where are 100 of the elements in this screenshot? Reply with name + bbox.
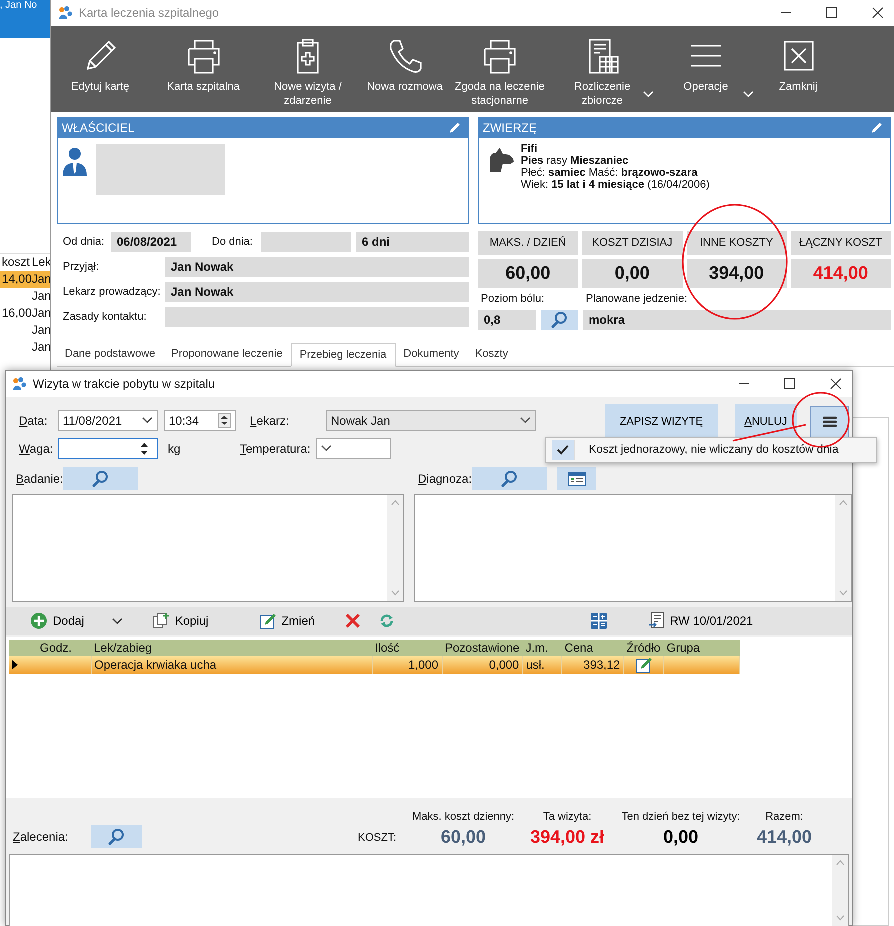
menu-icon[interactable] <box>822 416 836 428</box>
unit-label: kg <box>168 442 182 456</box>
column-header: Źródło <box>624 640 664 656</box>
toolbar-button[interactable]: Nowe wizyta / zdarzenie <box>260 80 356 108</box>
tab[interactable]: Proponowane leczenie <box>164 343 291 366</box>
toolbar-button[interactable]: Zmień <box>258 612 316 630</box>
panel-title: ZWIERZĘ <box>483 121 537 135</box>
text-field[interactable]: 0,8 <box>478 310 536 330</box>
close-icon[interactable] <box>872 7 884 19</box>
field-label: Planowane jedzenie: <box>586 292 688 307</box>
grid-icon[interactable] <box>591 613 608 629</box>
spinner-icon[interactable] <box>140 442 149 456</box>
edit-icon[interactable] <box>634 656 653 674</box>
summary-label: Maks. koszt dzienny: <box>412 811 515 823</box>
field-label: Waga: <box>19 442 54 456</box>
column-header: koszt <box>1 254 30 271</box>
column-header: Lek/zabieg <box>91 640 372 656</box>
maximize-icon[interactable] <box>784 378 796 390</box>
table-row[interactable]: Operacja krwiaka ucha 1,000 0,000 usł. 393,12 <box>9 656 740 674</box>
edit-icon[interactable] <box>448 121 462 135</box>
summary-label: Ten dzień bez tej wizyty: <box>622 811 740 823</box>
toolbar-button[interactable]: Zamknij <box>779 80 818 94</box>
add-icon <box>30 612 48 630</box>
field-label: Temperatura: <box>240 442 312 456</box>
dropdown[interactable]: Nowak Jan <box>326 410 536 431</box>
cost-header: ŁĄCZNY KOSZT <box>790 231 891 255</box>
window-icon[interactable] <box>568 472 586 486</box>
date-field[interactable] <box>261 232 351 252</box>
summary-value: 394,00 zł <box>530 827 605 848</box>
toolbar-button[interactable]: Edytuj kartę <box>71 80 130 94</box>
summary-value: 0,00 <box>663 827 699 848</box>
toolbar-button[interactable]: Kopiuj <box>152 612 209 630</box>
search-button[interactable] <box>91 825 142 848</box>
text-area[interactable] <box>12 494 404 602</box>
text-field[interactable]: Jan Nowak <box>165 282 469 302</box>
chevron-down-icon[interactable] <box>142 417 153 424</box>
text-area[interactable] <box>414 494 852 602</box>
dialog-button[interactable]: ZAPISZ WIZYTĘ <box>605 404 718 439</box>
search-button[interactable] <box>63 467 138 490</box>
table-cell-text: 16,00 <box>1 305 30 322</box>
field-label: Zalecenia: <box>12 830 70 846</box>
table-cell: 393,12 <box>562 656 624 674</box>
toolbar-button[interactable]: RW 10/01/2021 <box>649 612 754 630</box>
table-cell: Operacja krwiaka ucha <box>91 656 372 674</box>
toolbar-button[interactable]: Nowa rozmowa <box>367 80 443 94</box>
column-header: Grupa <box>664 640 740 656</box>
search-icon[interactable] <box>92 470 110 488</box>
tab[interactable]: Dokumenty <box>396 343 468 366</box>
app-logo-icon <box>11 377 27 391</box>
spinner-icon[interactable] <box>218 413 231 428</box>
edit-icon[interactable] <box>870 121 884 135</box>
calendar-button[interactable] <box>557 467 596 490</box>
maximize-icon[interactable] <box>826 7 838 19</box>
summary-value: 414,00 <box>756 827 812 848</box>
chevron-down-icon[interactable] <box>520 417 531 424</box>
tab[interactable]: Koszty <box>467 343 516 366</box>
checkbox[interactable] <box>552 440 575 460</box>
dog-icon <box>487 147 515 173</box>
toolbar-button[interactable]: Zgoda na leczenie stacjonarne <box>452 80 548 108</box>
delete-icon[interactable] <box>345 613 362 629</box>
close-icon[interactable] <box>830 378 842 390</box>
date-picker[interactable]: 11/08/2021 <box>58 410 158 431</box>
printer-icon[interactable] <box>481 37 519 75</box>
column-header: Cena <box>562 640 624 656</box>
toolbar-button[interactable]: Operacje <box>684 80 728 94</box>
cost-value: 394,00 <box>686 259 787 288</box>
text-field[interactable] <box>165 307 469 327</box>
number-field[interactable] <box>58 438 158 459</box>
search-icon[interactable] <box>500 470 519 488</box>
tab[interactable]: Dane podstawowe <box>57 343 164 366</box>
date-field[interactable]: 06/08/2021 <box>111 232 191 252</box>
animal-detail: Płeć: samiec Maść: brązowo-szara <box>521 167 699 179</box>
tab[interactable]: Przebieg leczenia <box>290 343 396 367</box>
search-icon[interactable] <box>550 311 568 329</box>
toolbar-button[interactable]: Rozliczenie zbiorcze <box>554 80 650 108</box>
time-field[interactable]: 10:34 <box>164 410 236 431</box>
column-header: Pozostawione <box>442 640 523 656</box>
search-button[interactable] <box>541 310 578 330</box>
duration-field: 6 dni <box>356 232 469 252</box>
search-button[interactable] <box>472 467 548 490</box>
cost-header: KOSZT DZISIAJ <box>582 231 682 255</box>
toolbar-button[interactable]: Karta szpitalna <box>167 80 240 94</box>
chevron-down-icon[interactable] <box>321 445 332 452</box>
window-title: Wizyta w trakcie pobytu w szpitalu <box>33 377 216 391</box>
search-icon[interactable] <box>108 828 126 846</box>
document-icon <box>649 612 666 630</box>
field-label: Lekarz: <box>250 414 290 428</box>
menu-button[interactable] <box>810 406 849 438</box>
cost-header: INNE KOSZTY <box>686 231 787 255</box>
toolbar-button[interactable]: Dodaj <box>30 612 84 630</box>
field-label: Od dnia: <box>62 236 106 248</box>
edit-icon <box>258 612 277 630</box>
summary-value: 60,00 <box>440 827 486 848</box>
text-field[interactable]: mokra <box>583 310 891 330</box>
animal-name: Fifi <box>521 143 538 155</box>
chevron-down-icon[interactable] <box>112 618 124 624</box>
summary-label: Razem: <box>766 811 804 823</box>
panel-title: WŁAŚCICIEL <box>62 121 135 135</box>
field-label: Zasady kontaktu: <box>62 311 148 323</box>
text-field[interactable]: Jan Nowak <box>165 257 469 277</box>
